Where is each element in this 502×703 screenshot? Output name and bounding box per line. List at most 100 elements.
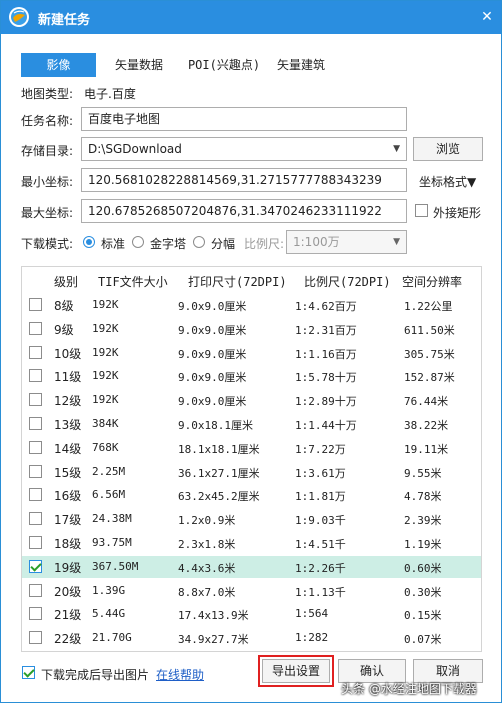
cell-tif-size: 192K (92, 321, 119, 335)
table-row[interactable]: 22级 21.70G 34.9x27.7米 1:282 0.07米 (22, 627, 481, 649)
table-row[interactable]: 20级 1.39G 8.8x7.0米 1:1.13千 0.30米 (22, 580, 481, 602)
mode-sheet-label: 分幅 (211, 237, 236, 251)
cell-scale: 1:2.31百万 (295, 323, 357, 337)
cell-resolution: 19.11米 (404, 442, 449, 456)
scale-dropdown[interactable]: 1:100万 ▼ (286, 230, 407, 254)
mode-pyramid-radio[interactable] (132, 236, 144, 248)
cell-scale: 1:564 (295, 607, 329, 621)
cell-print-size: 1.2x0.9米 (178, 514, 236, 528)
tab-poi[interactable]: POI(兴趣点) (181, 53, 267, 77)
cell-tif-size: 768K (92, 440, 119, 454)
cell-scale: 1:3.61万 (295, 466, 346, 480)
scale-label: 比例尺: (244, 237, 285, 251)
row-checkbox[interactable] (29, 464, 42, 478)
row-checkbox[interactable] (29, 298, 42, 311)
table-row[interactable]: 13级 384K 9.0x18.1厘米 1:1.44十万 38.22米 (22, 413, 481, 435)
row-checkbox[interactable] (29, 345, 42, 359)
close-icon[interactable]: ✕ (477, 7, 497, 27)
browse-button[interactable]: 浏览 (413, 137, 483, 161)
cell-print-size: 34.9x27.7米 (178, 633, 249, 647)
export-settings-button[interactable]: 导出设置 (262, 659, 330, 683)
header-scale: 比例尺(72DPI) (304, 275, 391, 289)
cell-scale: 1:1.16百万 (295, 347, 357, 361)
table-row[interactable]: 16级 6.56M 63.2x45.2厘米 1:1.81万 4.78米 (22, 484, 481, 506)
table-row[interactable]: 11级 192K 9.0x9.0厘米 1:5.78十万 152.87米 (22, 365, 481, 387)
row-checkbox[interactable] (29, 440, 42, 454)
cell-scale: 1:282 (295, 631, 329, 645)
cell-tif-size: 21.70G (92, 631, 132, 645)
row-checkbox[interactable] (29, 512, 42, 526)
row-checkbox[interactable] (29, 607, 42, 621)
cell-level: 21级 (54, 608, 82, 623)
storage-dropdown[interactable]: D:\SGDownload ▼ (81, 137, 407, 161)
header-tif-size: TIF文件大小 (98, 275, 168, 289)
row-checkbox[interactable] (29, 417, 42, 430)
table-row[interactable]: 15级 2.25M 36.1x27.1厘米 1:3.61万 9.55米 (22, 461, 481, 483)
cell-print-size: 18.1x18.1厘米 (178, 442, 260, 456)
cell-print-size: 17.4x13.9米 (178, 609, 249, 623)
cell-level: 16级 (54, 489, 82, 504)
cell-tif-size: 367.50M (92, 559, 139, 573)
cell-level: 17级 (54, 513, 82, 528)
cell-level: 22级 (54, 632, 82, 647)
table-row[interactable]: 18级 93.75M 2.3x1.8米 1:4.51千 1.19米 (22, 532, 481, 554)
row-checkbox[interactable] (29, 536, 42, 549)
row-checkbox[interactable] (29, 559, 42, 573)
bounding-rect-label: 外接矩形 (433, 206, 482, 220)
coord-format-dropdown[interactable]: 坐标格式▼ (419, 173, 476, 190)
table-row[interactable]: 19级 367.50M 4.4x3.6米 1:2.26千 0.60米 (22, 555, 481, 578)
cell-tif-size: 192K (92, 393, 119, 407)
cell-level: 19级 (54, 560, 82, 575)
cell-resolution: 38.22米 (404, 419, 449, 432)
table-row[interactable]: 9级 192K 9.0x9.0厘米 1:2.31百万 611.50米 (22, 318, 481, 340)
table-row[interactable]: 8级 192K 9.0x9.0厘米 1:4.62百万 1.22公里 (22, 294, 481, 316)
row-checkbox[interactable] (29, 488, 42, 502)
cell-level: 15级 (54, 465, 82, 480)
row-checkbox[interactable] (29, 321, 42, 335)
task-name-input[interactable]: 百度电子地图 (81, 107, 407, 131)
mode-standard-radio[interactable] (83, 236, 95, 248)
table-row[interactable]: 10级 192K 9.0x9.0厘米 1:1.16百万 305.75米 (22, 342, 481, 364)
help-link[interactable]: 在线帮助 (156, 666, 204, 683)
cell-tif-size: 192K (92, 298, 119, 311)
cell-scale: 1:4.62百万 (295, 300, 357, 313)
cell-resolution: 2.39米 (404, 514, 442, 528)
max-coord-input[interactable]: 120.6785268507204876,31.3470246233111922 (81, 199, 407, 223)
dialog-title: 新建任务 (38, 13, 91, 28)
watermark-text: 头条 @水经注地图下载器 (341, 682, 477, 696)
table-row[interactable]: 12级 192K 9.0x9.0厘米 1:2.89十万 76.44米 (22, 389, 481, 411)
row-checkbox[interactable] (29, 369, 42, 383)
bounding-rect-checkbox[interactable] (415, 204, 428, 217)
cell-resolution: 611.50米 (404, 323, 455, 337)
cell-level: 11级 (54, 370, 82, 385)
export-after-checkbox[interactable] (22, 666, 35, 679)
min-coord-input[interactable]: 120.5681028228814569,31.2715777788343239 (81, 168, 407, 192)
table-row[interactable]: 21级 5.44G 17.4x13.9米 1:564 0.15米 (22, 603, 481, 625)
mode-sheet-radio[interactable] (193, 236, 205, 248)
cell-resolution: 1.19米 (404, 538, 442, 551)
row-checkbox[interactable] (29, 583, 42, 597)
mode-standard-label: 标准 (101, 237, 126, 251)
tab-vector-data[interactable]: 矢量数据 (106, 53, 172, 77)
tab-vector-building[interactable]: 矢量建筑 (271, 53, 331, 77)
cell-tif-size: 384K (92, 417, 119, 430)
cell-print-size: 2.3x1.8米 (178, 538, 236, 551)
row-checkbox[interactable] (29, 631, 42, 645)
cell-print-size: 63.2x45.2厘米 (178, 490, 260, 504)
min-coord-label: 最小坐标: (21, 175, 74, 189)
tab-imagery[interactable]: 影像 (21, 53, 96, 77)
cell-level: 8级 (54, 299, 74, 313)
table-row[interactable]: 17级 24.38M 1.2x0.9米 1:9.03千 2.39米 (22, 508, 481, 530)
table-row[interactable]: 14级 768K 18.1x18.1厘米 1:7.22万 19.11米 (22, 437, 481, 459)
cell-tif-size: 2.25M (92, 464, 126, 478)
cell-tif-size: 6.56M (92, 488, 126, 502)
chevron-down-icon: ▼ (393, 237, 400, 247)
cell-level: 18级 (54, 537, 82, 551)
cell-scale: 1:2.89十万 (295, 395, 357, 409)
chevron-down-icon: ▼ (393, 144, 400, 154)
cell-print-size: 9.0x9.0厘米 (178, 300, 247, 313)
cell-print-size: 8.8x7.0米 (178, 585, 236, 599)
cell-tif-size: 24.38M (92, 512, 132, 526)
row-checkbox[interactable] (29, 393, 42, 407)
storage-path: D:\SGDownload (88, 142, 182, 156)
